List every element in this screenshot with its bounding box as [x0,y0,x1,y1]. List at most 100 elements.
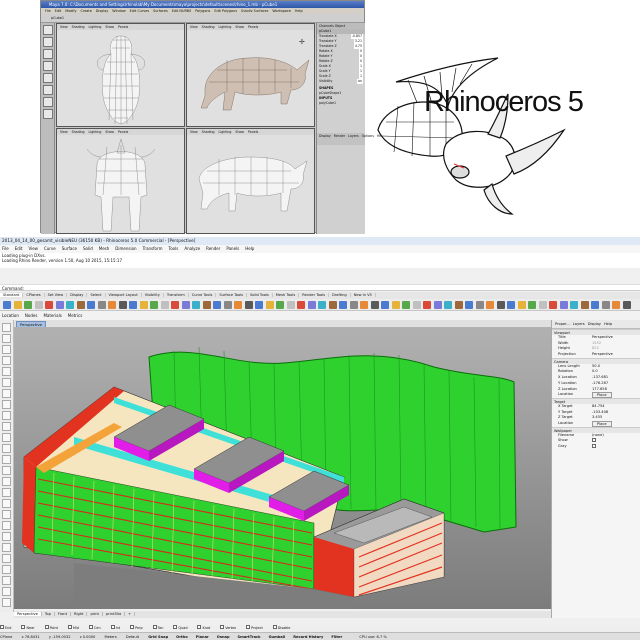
lasso-tool-icon[interactable] [43,37,53,47]
left-tool-icon[interactable] [2,532,11,541]
select-tool-icon[interactable] [43,25,53,35]
toolbar-tab[interactable]: Display [67,293,88,297]
panel-tab[interactable]: Display [588,322,601,326]
osnap-option[interactable]: Tan [152,625,169,630]
osnap-option[interactable]: Mid [67,625,84,630]
toolbar-button-icon[interactable] [129,301,137,309]
menu-item[interactable]: Edit Polygons [214,9,237,13]
viewport-menu-item[interactable]: View [190,25,198,29]
maya-viewport-top[interactable]: View Shading Lighting Show Panels [56,23,185,127]
toolbar-button-icon[interactable] [507,301,515,309]
property-checkbox[interactable] [592,444,596,448]
toolbar-button-icon[interactable] [307,301,316,309]
left-tool-icon[interactable] [2,356,11,365]
menu-item[interactable]: File [2,246,9,251]
toolbar-button-icon[interactable] [423,301,431,309]
toolbar-button-icon[interactable] [181,301,190,309]
viewport-menu-item[interactable]: Lighting [219,25,232,29]
toolbar-button-icon[interactable] [496,301,505,309]
viewport-tab[interactable]: Top [41,612,55,616]
osnap-option[interactable]: Int [110,625,125,630]
toolbar-button-icon[interactable] [150,301,158,309]
menu-item[interactable]: Edit [55,9,62,13]
viewport-menu-item[interactable]: Show [105,130,114,134]
toolbar-tab[interactable]: Mesh Tools [272,293,300,297]
toolbar-tab[interactable]: CPlanes [23,293,45,297]
left-tool-icon[interactable] [2,411,11,420]
toolbar-button-icon[interactable] [559,301,568,309]
toolbar-button-icon[interactable] [55,301,64,309]
toolbar-button-icon[interactable] [381,301,389,309]
menu-item[interactable]: Help [295,9,303,13]
toolbar-button-icon[interactable] [244,301,253,309]
toolbar-button-icon[interactable] [328,301,337,309]
toolbar-button-icon[interactable] [255,301,263,309]
osnap-checkbox[interactable] [246,625,251,629]
osnap-option[interactable]: Project [246,625,268,630]
toolbar-button-icon[interactable] [192,301,200,309]
property-value[interactable]: Place [592,420,640,427]
maya-viewport-side[interactable]: View Shading Lighting Show Panels [186,128,315,234]
viewport-menu-item[interactable]: Lighting [89,130,102,134]
viewport-tab[interactable]: print [87,612,103,616]
osnap-option[interactable]: Near [21,625,39,630]
status-toggle[interactable]: Record History [293,635,323,639]
viewport-menu-item[interactable]: View [60,130,68,134]
toolbar-button-icon[interactable] [570,301,578,309]
toolbar-button-icon[interactable] [580,301,589,309]
toolbar-button-icon[interactable] [171,301,179,309]
viewport-menu-item[interactable]: Shading [72,25,85,29]
osnap-checkbox[interactable] [89,625,94,629]
toolbar-button-icon[interactable] [412,301,421,309]
osnap-checkbox[interactable] [220,625,225,629]
osnap-option[interactable]: Quad [173,625,192,630]
property-value[interactable] [592,444,640,450]
viewport-tab[interactable]: Perspective [14,612,42,616]
left-tool-icon[interactable] [2,422,11,431]
menu-item[interactable]: Mesh [99,246,110,251]
viewport-tab[interactable]: + [125,612,136,616]
left-tool-icon[interactable] [2,466,11,475]
left-tool-icon[interactable] [2,378,11,387]
osnap-checkbox[interactable] [272,625,277,629]
toolbar-button-icon[interactable] [13,301,22,309]
viewport-tab[interactable]: print30a [102,612,126,616]
toolbar-tab[interactable]: Curve Tools [188,293,217,297]
osnap-option[interactable]: End [0,625,16,630]
toolbar-button-icon[interactable] [118,301,127,309]
viewport-menu-item[interactable]: Lighting [219,130,232,134]
status-toggle[interactable]: Grid Snap [148,635,168,639]
attribute-value[interactable]: on [357,79,363,84]
menu-item[interactable]: Edit Curves [130,9,149,13]
left-tool-icon[interactable] [2,587,11,596]
viewport-menu-item[interactable]: View [60,25,68,29]
scale-tool-icon[interactable] [43,73,53,83]
status-toggle[interactable]: Ortho [176,635,188,639]
toolbar-button-icon[interactable] [66,301,74,309]
left-tool-icon[interactable] [2,576,11,585]
osnap-checkbox[interactable] [21,625,26,629]
menu-item[interactable]: Curve [44,246,56,251]
layer-bar-item[interactable]: Materials [43,313,61,318]
left-tool-icon[interactable] [2,323,11,332]
viewport-menu-item[interactable]: Shading [202,25,215,29]
toolbar-button-icon[interactable] [538,301,547,309]
toolbar-button-icon[interactable] [454,301,463,309]
left-tool-icon[interactable] [2,345,11,354]
viewport-menu-item[interactable]: Panels [118,25,128,29]
toolbar-tab[interactable]: Solid Tools [247,293,273,297]
osnap-checkbox[interactable] [152,625,157,629]
menu-item[interactable]: Surfaces [153,9,168,13]
menu-item[interactable]: View [28,246,38,251]
move-tool-icon[interactable] [43,49,53,59]
status-toggle[interactable]: Osnap [217,635,230,639]
status-layer[interactable]: Default [126,635,139,639]
status-toggle[interactable]: Planar [196,635,209,639]
viewport-menu-item[interactable]: Panels [118,130,128,134]
panel-tab[interactable]: Layers [573,322,585,326]
layer-bar-item[interactable]: Metrics [68,313,83,318]
toolbar-button-icon[interactable] [76,301,85,309]
osnap-checkbox[interactable] [130,625,135,629]
toolbar-button-icon[interactable] [160,301,169,309]
osnap-checkbox[interactable] [110,625,115,629]
